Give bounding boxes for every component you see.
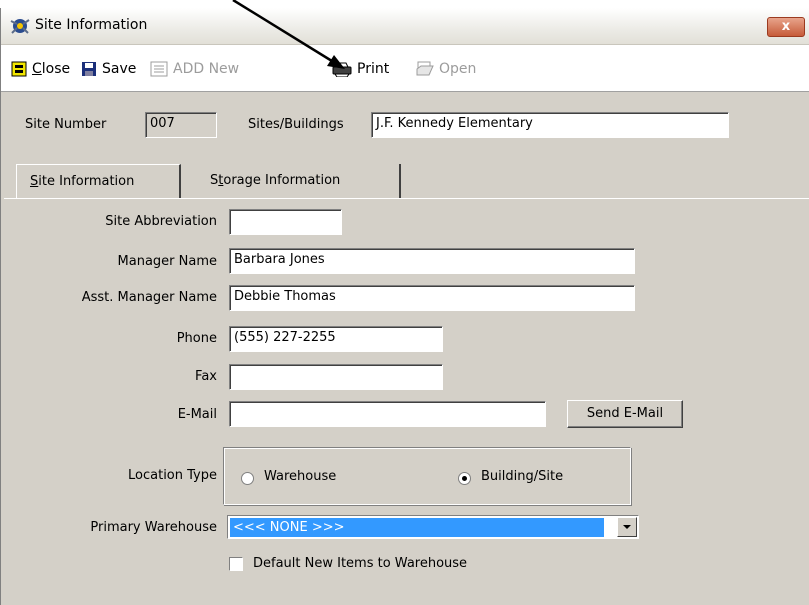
annotation-arrow <box>232 0 345 69</box>
